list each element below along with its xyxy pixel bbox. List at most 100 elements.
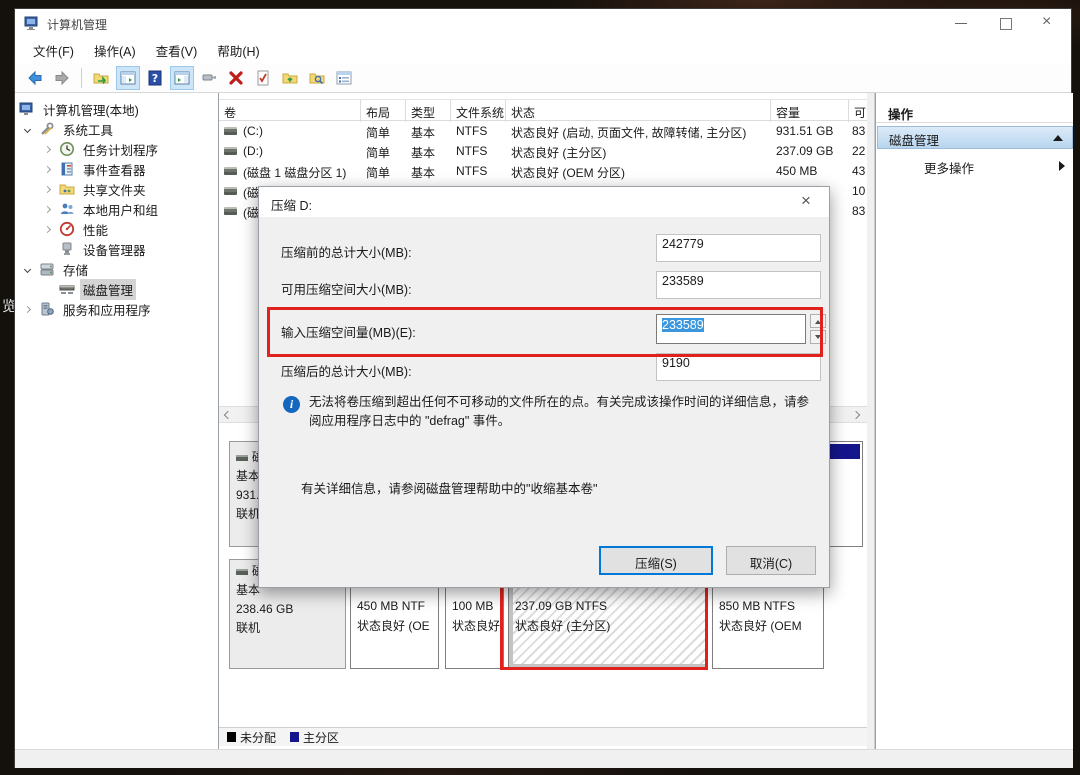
actions-section-disk-management[interactable]: 磁盘管理 — [877, 126, 1073, 149]
legend-unallocated: 未分配 — [227, 729, 276, 746]
storage-icon — [39, 261, 55, 277]
dialog-help-text: 有关详细信息，请参阅磁盘管理帮助中的"收缩基本卷" — [301, 478, 801, 497]
find-folder-icon[interactable] — [305, 66, 329, 90]
available-shrink-value: 233589 — [656, 271, 821, 299]
disk-icon — [236, 455, 248, 461]
performance-icon — [59, 221, 75, 237]
back-icon[interactable] — [23, 66, 47, 90]
more-actions-item[interactable]: 更多操作 — [876, 155, 1072, 177]
column-filesystem[interactable]: 文件系统 — [451, 100, 506, 122]
partition-legend: 未分配 主分区 — [219, 727, 867, 746]
total-size-after-label: 压缩后的总计大小(MB): — [281, 361, 412, 380]
actions-pane: 操作 磁盘管理 更多操作 — [875, 93, 1073, 749]
menu-file[interactable]: 文件(F) — [23, 37, 84, 64]
column-layout[interactable]: 布局 — [361, 100, 406, 122]
task-scheduler-icon — [59, 141, 75, 157]
volume-table-header: 卷 布局 类型 文件系统 状态 容量 可 — [219, 99, 867, 121]
dialog-close-icon[interactable]: × — [795, 191, 817, 211]
window-title: 计算机管理 — [47, 16, 107, 33]
info-icon: i — [283, 396, 300, 413]
maximize-button[interactable] — [983, 9, 1027, 37]
collapse-icon[interactable] — [1053, 135, 1063, 141]
detach-icon[interactable] — [197, 66, 221, 90]
chevron-right-icon[interactable] — [44, 185, 51, 192]
properties-icon[interactable] — [332, 66, 356, 90]
close-button[interactable] — [1027, 9, 1071, 37]
minimize-button[interactable] — [939, 9, 983, 37]
unallocated-swatch — [227, 732, 236, 742]
column-type[interactable]: 类型 — [406, 100, 451, 122]
chevron-down-icon[interactable] — [24, 265, 31, 272]
menu-view[interactable]: 查看(V) — [146, 37, 208, 64]
dialog-info-text: 无法将卷压缩到超出任何不可移动的文件所在的点。有关完成该操作时间的详细信息，请参… — [309, 393, 815, 431]
dialog-title: 压缩 D: — [271, 195, 312, 214]
tree-item-shared-folders[interactable]: 共享文件夹 — [15, 179, 219, 199]
volume-row-d[interactable]: (D:) 简单 基本 NTFS 状态良好 (主分区) 237.09 GB 22 — [219, 141, 867, 161]
legend-primary-partition: 主分区 — [290, 729, 339, 746]
forward-icon[interactable] — [50, 66, 74, 90]
selected-input-text: 233589 — [662, 318, 704, 332]
column-free[interactable]: 可 — [849, 100, 867, 122]
app-icon — [24, 15, 40, 36]
submenu-arrow-icon — [1059, 161, 1065, 171]
tree-item-task-scheduler[interactable]: 任务计划程序 — [15, 139, 219, 159]
tree-item-performance[interactable]: 性能 — [15, 219, 219, 239]
computer-icon — [19, 101, 35, 117]
chevron-down-icon[interactable] — [24, 125, 31, 132]
tree-item-disk-management[interactable]: 磁盘管理 — [15, 279, 219, 299]
spinner-up-icon[interactable] — [810, 314, 826, 328]
tree-item-services-applications[interactable]: 服务和应用程序 — [15, 299, 219, 319]
tree-item-system-tools[interactable]: 系统工具 — [15, 119, 219, 139]
volume-row-c[interactable]: (C:) 简单 基本 NTFS 状态良好 (启动, 页面文件, 故障转储, 主分… — [219, 121, 867, 141]
open-folder-icon[interactable] — [278, 66, 302, 90]
shortcut-folder-icon[interactable] — [89, 66, 113, 90]
help-icon[interactable]: ? — [143, 66, 167, 90]
device-manager-icon — [59, 241, 75, 257]
disk-management-icon — [59, 281, 75, 297]
shrink-button[interactable]: 压缩(S) — [599, 546, 713, 575]
chevron-right-icon[interactable] — [44, 205, 51, 212]
tree-item-device-manager[interactable]: 设备管理器 — [15, 239, 219, 259]
tree-item-storage[interactable]: 存储 — [15, 259, 219, 279]
shrink-amount-label: 输入压缩空间量(MB)(E): — [281, 322, 416, 341]
chevron-right-icon[interactable] — [44, 165, 51, 172]
chevron-right-icon[interactable] — [44, 145, 51, 152]
total-size-after-value: 9190 — [656, 353, 821, 381]
console-tree: 计算机管理(本地) 系统工具 任务计划程序 事件查看器 — [15, 93, 219, 749]
system-tools-icon — [39, 121, 55, 137]
show-console-tree-icon[interactable] — [116, 66, 140, 90]
menu-action[interactable]: 操作(A) — [84, 37, 146, 64]
show-action-pane-icon[interactable] — [170, 66, 194, 90]
title-bar: 计算机管理 — [15, 9, 1071, 37]
desktop: 览 计算机管理 文件(F) 操作(A) 查看(V) 帮助(H) ? — [0, 0, 1080, 775]
actions-pane-title: 操作 — [876, 101, 1073, 123]
column-volume[interactable]: 卷 — [219, 100, 361, 122]
status-bar — [15, 749, 1073, 768]
vertical-scrollbar[interactable] — [867, 93, 875, 749]
available-shrink-label: 可用压缩空间大小(MB): — [281, 279, 412, 298]
services-icon — [39, 301, 55, 317]
delete-icon[interactable] — [224, 66, 248, 90]
tree-item-event-viewer[interactable]: 事件查看器 — [15, 159, 219, 179]
volume-row-disk1-part1[interactable]: (磁盘 1 磁盘分区 1) 简单 基本 NTFS 状态良好 (OEM 分区) 4… — [219, 161, 867, 181]
tree-item-computer-management[interactable]: 计算机管理(本地) — [15, 99, 219, 119]
primary-partition-swatch — [290, 732, 299, 742]
disk-icon — [236, 569, 248, 575]
shrink-amount-input[interactable]: 233589 — [656, 314, 806, 344]
scroll-right-icon[interactable] — [852, 411, 860, 419]
tree-item-local-users-groups[interactable]: 本地用户和组 — [15, 199, 219, 219]
users-icon — [59, 201, 75, 217]
dialog-title-bar: 压缩 D: × — [259, 187, 829, 217]
column-capacity[interactable]: 容量 — [771, 100, 849, 122]
spinner-down-icon[interactable] — [810, 330, 826, 344]
scroll-left-icon[interactable] — [224, 411, 232, 419]
menu-help[interactable]: 帮助(H) — [207, 37, 269, 64]
verify-icon[interactable] — [251, 66, 275, 90]
shrink-amount-spinner — [810, 314, 826, 344]
total-size-before-value: 242779 — [656, 234, 821, 262]
toolbar: ? — [15, 63, 1071, 93]
cancel-button[interactable]: 取消(C) — [726, 546, 816, 575]
chevron-right-icon[interactable] — [44, 225, 51, 232]
column-status[interactable]: 状态 — [506, 100, 771, 122]
chevron-right-icon[interactable] — [24, 305, 31, 312]
